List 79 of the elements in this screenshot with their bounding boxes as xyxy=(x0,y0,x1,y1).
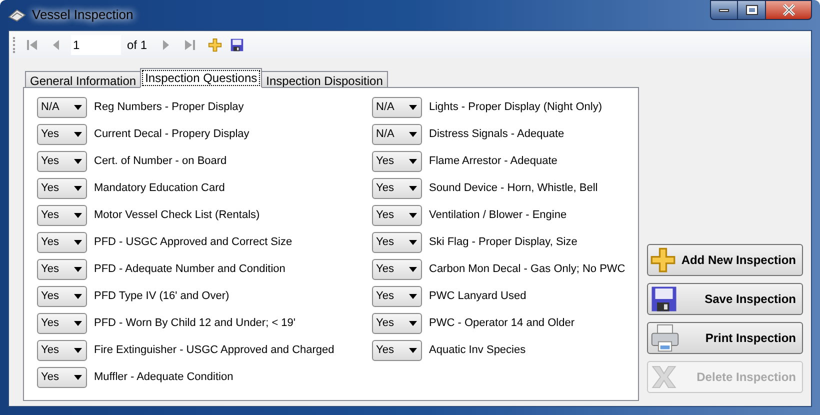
question-label: Carbon Mon Decal - Gas Only; No PWC xyxy=(429,262,626,278)
answer-dropdown[interactable]: N/A xyxy=(37,97,87,118)
answer-dropdown[interactable]: Yes xyxy=(372,178,422,199)
caret-icon xyxy=(74,105,82,110)
caret-icon xyxy=(409,213,417,218)
answer-dropdown[interactable]: N/A xyxy=(372,124,422,145)
answer-dropdown[interactable]: Yes xyxy=(37,232,87,253)
caret-icon xyxy=(409,348,417,353)
question-label: Distress Signals - Adequate xyxy=(429,127,564,142)
caret-icon xyxy=(409,132,417,137)
answer-dropdown[interactable]: Yes xyxy=(37,151,87,172)
caret-icon xyxy=(409,321,417,326)
tab[interactable]: General Information xyxy=(25,71,142,88)
action-button[interactable]: Add New Inspection xyxy=(647,244,803,276)
question-label: Current Decal - Propery Display xyxy=(94,127,250,142)
caret-icon xyxy=(409,294,417,299)
caret-icon xyxy=(409,105,417,110)
caret-icon xyxy=(409,186,417,191)
answer-dropdown[interactable]: Yes xyxy=(37,286,87,307)
window-title: Vessel Inspection xyxy=(32,6,134,24)
action-button[interactable]: Save Inspection xyxy=(647,283,803,315)
action-button[interactable]: Print Inspection xyxy=(647,322,803,354)
plus-icon xyxy=(208,38,222,52)
caret-icon xyxy=(74,159,82,164)
question-label: PFD - Worn By Child 12 and Under; < 19' xyxy=(94,316,296,332)
tab[interactable]: Inspection Questions xyxy=(140,68,262,88)
question-label: Muffler - Adequate Condition xyxy=(94,370,234,386)
question-label: Flame Arrestor - Adequate xyxy=(429,154,558,170)
answer-dropdown[interactable]: Yes xyxy=(372,286,422,307)
question-label: Ventilation / Blower - Engine xyxy=(429,208,567,224)
question-label: Mandatory Education Card xyxy=(94,181,225,196)
answer-dropdown[interactable]: Yes xyxy=(37,367,87,388)
answer-dropdown[interactable]: Yes xyxy=(372,259,422,280)
answer-dropdown[interactable]: Yes xyxy=(37,259,87,280)
printer-icon xyxy=(650,323,680,353)
caret-icon xyxy=(74,267,82,272)
close-icon[interactable] xyxy=(765,0,812,20)
answer-dropdown[interactable]: Yes xyxy=(372,313,422,334)
question-label: Motor Vessel Check List (Rentals) xyxy=(94,208,260,224)
caret-icon xyxy=(74,375,82,380)
answer-dropdown[interactable]: Yes xyxy=(372,232,422,253)
answer-dropdown[interactable]: Yes xyxy=(372,205,422,226)
answer-dropdown[interactable]: N/A xyxy=(372,97,422,118)
question-label: Cert. of Number - on Board xyxy=(94,154,227,170)
caret-icon xyxy=(409,240,417,245)
question-label: Reg Numbers - Proper Display xyxy=(94,100,244,116)
question-label: Sound Device - Horn, Whistle, Bell xyxy=(429,181,598,196)
record-position-field[interactable]: 1 xyxy=(71,35,121,55)
caret-icon xyxy=(409,267,417,272)
question-label: Ski Flag - Proper Display, Size xyxy=(429,235,578,250)
question-label: Lights - Proper Display (Night Only) xyxy=(429,100,602,116)
caret-icon xyxy=(74,132,82,137)
answer-dropdown[interactable]: Yes xyxy=(37,205,87,226)
maximize-button[interactable] xyxy=(738,0,765,20)
caret-icon xyxy=(74,348,82,353)
caret-icon xyxy=(74,240,82,245)
answer-dropdown[interactable]: Yes xyxy=(37,340,87,361)
question-label: PWC - Operator 14 and Older xyxy=(429,316,575,332)
record-count: of 1 xyxy=(126,37,148,54)
answer-dropdown[interactable]: Yes xyxy=(372,340,422,361)
question-label: Fire Extinguisher - USGC Approved and Charged xyxy=(94,343,334,358)
x-icon xyxy=(650,363,678,391)
caret-icon xyxy=(74,213,82,218)
question-label: PFD - Adequate Number and Condition xyxy=(94,262,286,278)
caret-icon xyxy=(74,186,82,191)
plus-icon xyxy=(650,247,676,273)
tab[interactable]: Inspection Disposition xyxy=(261,71,388,88)
question-label: PWC Lanyard Used xyxy=(429,289,526,304)
question-label: Aquatic Inv Species xyxy=(429,343,526,358)
answer-dropdown[interactable]: Yes xyxy=(372,151,422,172)
question-label: PFD - USGC Approved and Correct Size xyxy=(94,235,292,250)
caret-icon xyxy=(74,321,82,326)
answer-dropdown[interactable]: Yes xyxy=(37,313,87,334)
caret-icon xyxy=(409,159,417,164)
answer-dropdown[interactable]: Yes xyxy=(37,124,87,145)
question-label: PFD Type IV (16' and Over) xyxy=(94,289,230,304)
caret-icon xyxy=(74,294,82,299)
minimize-button[interactable] xyxy=(710,0,738,20)
answer-dropdown[interactable]: Yes xyxy=(37,178,87,199)
